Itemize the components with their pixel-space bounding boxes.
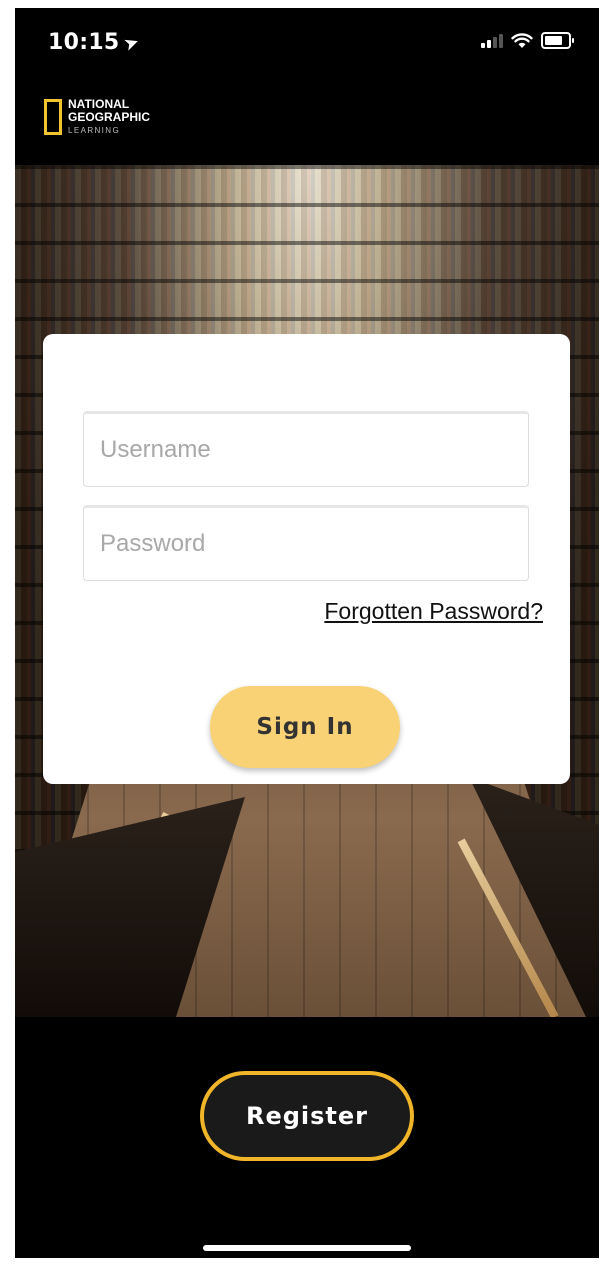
national-geographic-logo: NATIONAL GEOGRAPHIC LEARNING	[44, 98, 150, 137]
login-card: Forgotten Password? Sign In	[43, 334, 570, 784]
logo-line-learning: LEARNING	[68, 126, 121, 135]
register-button[interactable]: Register	[200, 1071, 414, 1161]
signal-icon	[481, 33, 503, 48]
logo-text: NATIONAL GEOGRAPHIC LEARNING	[68, 98, 150, 137]
password-field[interactable]	[83, 505, 529, 581]
logo-line-geographic: GEOGRAPHIC	[68, 110, 151, 124]
username-field[interactable]	[83, 411, 529, 487]
status-time: 10:15➤	[48, 30, 143, 56]
wifi-icon	[511, 32, 533, 48]
home-indicator[interactable]	[203, 1245, 411, 1251]
username-input[interactable]	[84, 414, 528, 486]
app-screen: 10:15➤ NATIONAL GEOGRAPHIC LEARNING User…	[15, 8, 599, 1258]
status-time-text: 10:15	[48, 30, 120, 55]
location-arrow-icon: ➤	[120, 31, 143, 56]
forgotten-password-link[interactable]: Forgotten Password?	[324, 598, 543, 625]
password-input[interactable]	[84, 508, 528, 580]
sign-in-button[interactable]: Sign In	[210, 686, 400, 768]
logo-yellow-frame-icon	[44, 99, 62, 135]
battery-icon	[541, 32, 574, 49]
status-icons	[481, 32, 574, 49]
